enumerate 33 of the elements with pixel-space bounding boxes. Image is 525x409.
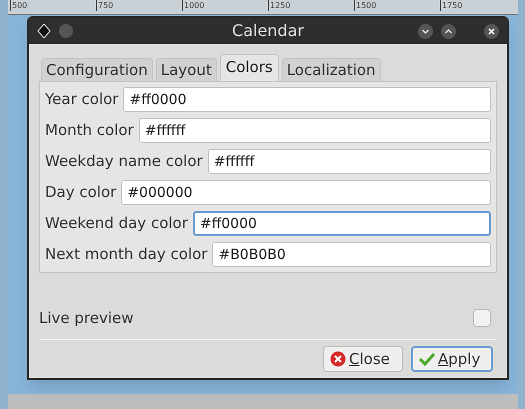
- close-icon[interactable]: [484, 24, 499, 38]
- live-preview-checkbox[interactable]: [473, 308, 491, 327]
- live-preview-label: Live preview: [39, 308, 134, 328]
- field-label: Day color: [45, 182, 116, 204]
- app-icon: [37, 24, 51, 38]
- maximize-icon[interactable]: [441, 24, 456, 38]
- field-label: Month color: [45, 120, 134, 142]
- field-label: Weekday name color: [45, 151, 203, 172]
- minimize-icon[interactable]: [418, 24, 433, 38]
- ruler-label: 1750: [440, 0, 462, 11]
- field-label: Weekend day color: [45, 213, 188, 234]
- tab[interactable]: Localization: [282, 58, 381, 81]
- ruler-label: 1000: [182, 0, 204, 11]
- ruler-label: 1500: [354, 0, 376, 11]
- tab[interactable]: Configuration: [41, 58, 153, 81]
- color-field[interactable]: #ff0000: [192, 211, 491, 236]
- color-field[interactable]: #000000: [121, 180, 491, 205]
- close-icon: [330, 351, 346, 367]
- field-label: Next month day color: [45, 244, 208, 266]
- color-field[interactable]: #B0B0B0: [212, 242, 491, 267]
- ruler-label: 500: [10, 0, 28, 11]
- color-field[interactable]: #ff0000: [123, 87, 491, 112]
- check-icon: [419, 352, 435, 366]
- color-field[interactable]: #ffffff: [208, 149, 491, 174]
- apply-button[interactable]: Apply: [411, 346, 493, 372]
- tab[interactable]: Layout: [156, 58, 217, 81]
- color-field[interactable]: #ffffff: [138, 118, 491, 143]
- field-label: Year color: [45, 89, 118, 110]
- window-title: Calendar: [232, 20, 304, 42]
- tab[interactable]: Colors: [220, 54, 279, 81]
- close-button[interactable]: Close: [323, 346, 403, 372]
- ruler-label: 750: [96, 0, 114, 11]
- ruler-label: 1250: [268, 0, 290, 11]
